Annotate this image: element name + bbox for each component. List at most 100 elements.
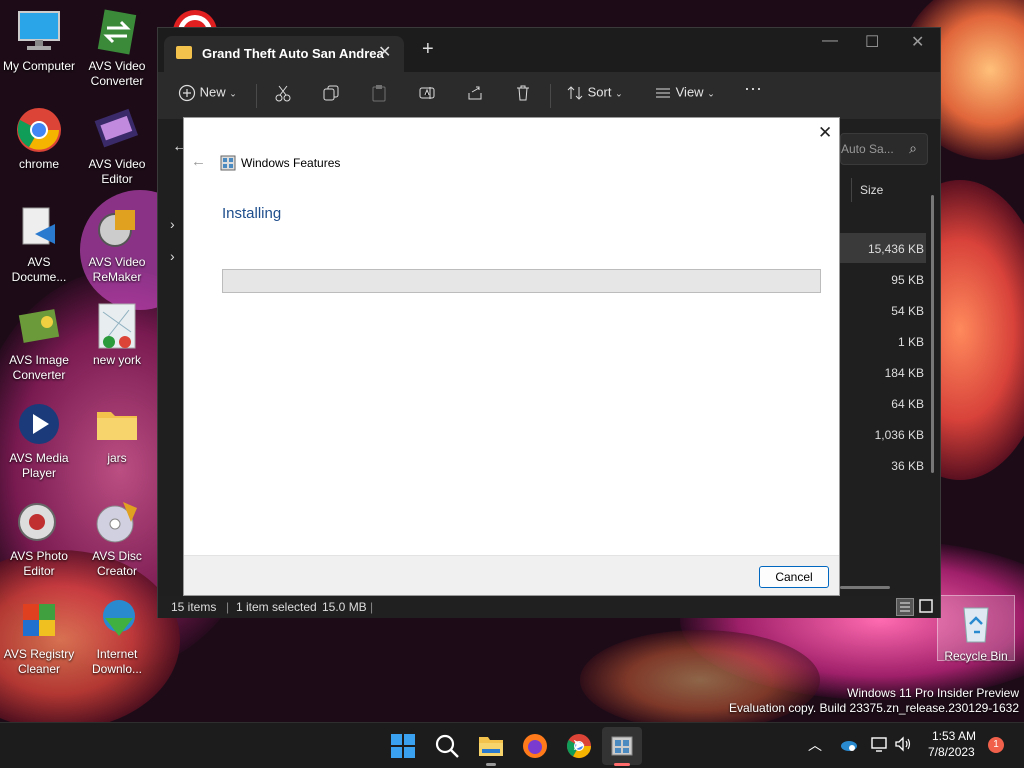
- status-item-count: 15 items: [171, 600, 217, 614]
- avs-media-player-icon: [15, 400, 63, 448]
- desktop-icon-label: AVS Video ReMaker: [88, 255, 146, 284]
- firefox-icon: [523, 734, 547, 758]
- status-divider: |: [370, 600, 374, 614]
- tiles-view-icon[interactable]: [918, 598, 936, 616]
- desktop-icon-recycle-bin[interactable]: Recycle Bin: [937, 595, 1015, 663]
- vertical-scrollbar[interactable]: [931, 195, 934, 473]
- new-button[interactable]: New ⌄: [178, 84, 237, 102]
- status-selected-count: 1 item selected: [236, 600, 317, 614]
- show-hidden-icons-chevron[interactable]: ︿: [808, 735, 822, 755]
- explorer-titlebar: Grand Theft Auto San Andrea ✕ + — ☐ ✕: [158, 28, 940, 72]
- desktop-icon-avs-video-converter[interactable]: AVS Video Converter: [78, 8, 156, 89]
- copy-button[interactable]: [322, 84, 340, 102]
- monitor-icon: [15, 8, 63, 56]
- sort-icon: [567, 86, 583, 100]
- map-image-icon: [93, 302, 141, 350]
- file-size-cell: 36 KB: [891, 459, 924, 473]
- desktop-icon-avs-document[interactable]: AVS Docume...: [0, 204, 78, 285]
- file-size-cell: 184 KB: [884, 366, 924, 380]
- sort-button[interactable]: Sort ⌄: [566, 84, 623, 102]
- expand-chevron-icon[interactable]: ›: [170, 248, 175, 264]
- explorer-toolbar: New ⌄ Sort ⌄ View ⌄ ···: [158, 72, 940, 120]
- close-window-icon[interactable]: ✕: [911, 32, 924, 52]
- search-button[interactable]: [434, 733, 460, 759]
- desktop-icon-avs-image-converter[interactable]: AVS Image Converter: [0, 302, 78, 383]
- desktop-icon-avs-photo-editor[interactable]: AVS Photo Editor: [0, 498, 78, 579]
- new-tab-button[interactable]: +: [422, 38, 434, 61]
- desktop-icon-label: AVS Media Player: [9, 451, 69, 480]
- delete-button[interactable]: [514, 84, 532, 102]
- search-icon: [435, 734, 459, 758]
- view-button[interactable]: View ⌄: [654, 84, 715, 102]
- search-box[interactable]: Auto Sa... ⌕: [840, 133, 928, 165]
- desktop-icon-avs-video-editor[interactable]: AVS Video Editor: [78, 106, 156, 187]
- horizontal-scrollbar[interactable]: [840, 586, 890, 589]
- cut-button[interactable]: [274, 84, 292, 102]
- dialog-title: Windows Features: [241, 156, 341, 170]
- clock-time[interactable]: 1:53 AM: [932, 729, 976, 743]
- notification-badge[interactable]: 1: [988, 737, 1004, 753]
- desktop-icon-label: AVS Disc Creator: [92, 549, 142, 578]
- plus-circle-icon: [178, 84, 196, 102]
- globe-download-icon: [93, 596, 141, 644]
- desktop-icon-label: chrome: [18, 157, 59, 171]
- start-button[interactable]: [390, 733, 416, 759]
- maximize-icon[interactable]: ☐: [865, 32, 879, 52]
- desktop-icon-my-computer[interactable]: My Computer: [0, 8, 78, 74]
- folder-icon: [479, 737, 503, 756]
- taskbar-firefox[interactable]: [522, 733, 548, 759]
- taskbar-windows-features[interactable]: [609, 733, 635, 759]
- desktop-icon-avs-disc-creator[interactable]: AVS Disc Creator: [78, 498, 156, 579]
- avs-image-converter-icon: [15, 302, 63, 350]
- active-app-indicator: [486, 763, 496, 766]
- desktop-icon-jars[interactable]: jars: [78, 400, 156, 466]
- watermark-line: Windows 11 Pro Insider Preview: [847, 686, 1019, 700]
- disc-icon: [93, 498, 141, 546]
- desktop-icon-label: Internet Downlo...: [91, 647, 143, 676]
- more-options-icon[interactable]: ···: [744, 78, 762, 99]
- share-button[interactable]: [466, 84, 484, 102]
- sort-label: Sort: [587, 84, 612, 100]
- status-divider: |: [226, 600, 230, 614]
- back-arrow-icon[interactable]: ←: [191, 153, 206, 170]
- windows-features-icon: [220, 155, 236, 171]
- onedrive-icon[interactable]: [840, 737, 858, 751]
- taskbar: ➤ ︿ 1:53 AM 7/8/2023 1: [0, 722, 1024, 768]
- watermark-line: Evaluation copy. Build 23375.zn_release.…: [729, 701, 1019, 715]
- avs-document-icon: [15, 204, 63, 252]
- taskbar-file-explorer[interactable]: [478, 733, 504, 759]
- toolbar-divider: [550, 84, 551, 108]
- desktop-icon-avs-media-player[interactable]: AVS Media Player: [0, 400, 78, 481]
- desktop-icon-label: AVS Video Editor: [88, 157, 146, 186]
- close-dialog-icon[interactable]: ✕: [818, 123, 832, 143]
- desktop-icon-label: AVS Registry Cleaner: [3, 647, 75, 676]
- desktop-icon-avs-registry-cleaner[interactable]: AVS Registry Cleaner: [0, 596, 78, 677]
- desktop-icon-label: jars: [107, 451, 127, 465]
- desktop-icon-label: Recycle Bin: [944, 649, 1008, 663]
- explorer-tab[interactable]: Grand Theft Auto San Andrea ✕: [164, 36, 404, 72]
- desktop-icon-internet-download[interactable]: Internet Downlo...: [78, 596, 156, 677]
- details-view-icon[interactable]: [896, 598, 914, 616]
- cancel-button[interactable]: Cancel: [759, 566, 829, 588]
- recycle-bin-icon: [952, 598, 1000, 646]
- paste-button[interactable]: [370, 84, 388, 102]
- desktop-icon-avs-video-remaker[interactable]: AVS Video ReMaker: [78, 204, 156, 285]
- close-tab-icon[interactable]: ✕: [378, 42, 391, 62]
- expand-chevron-icon[interactable]: ›: [170, 216, 175, 232]
- column-divider: [851, 178, 852, 202]
- column-header-size[interactable]: Size: [860, 183, 883, 197]
- rename-button[interactable]: [418, 84, 436, 102]
- desktop-icon-chrome[interactable]: chrome: [0, 106, 78, 172]
- avs-registry-cleaner-icon: [15, 596, 63, 644]
- desktop-icon-new-york[interactable]: new york: [78, 302, 156, 368]
- network-icon[interactable]: [870, 735, 888, 753]
- volume-icon[interactable]: [894, 735, 912, 753]
- tab-title: Grand Theft Auto San Andrea: [202, 46, 384, 61]
- clock-date[interactable]: 7/8/2023: [928, 745, 975, 759]
- search-icon: ⌕: [909, 140, 917, 156]
- chrome-icon: [15, 106, 63, 154]
- desktop-icon-label: My Computer: [2, 59, 76, 73]
- windows-features-dialog: ✕ ← Windows Features Installing Cancel: [183, 117, 840, 596]
- minimize-icon[interactable]: —: [822, 32, 838, 50]
- file-size-cell: 54 KB: [891, 304, 924, 318]
